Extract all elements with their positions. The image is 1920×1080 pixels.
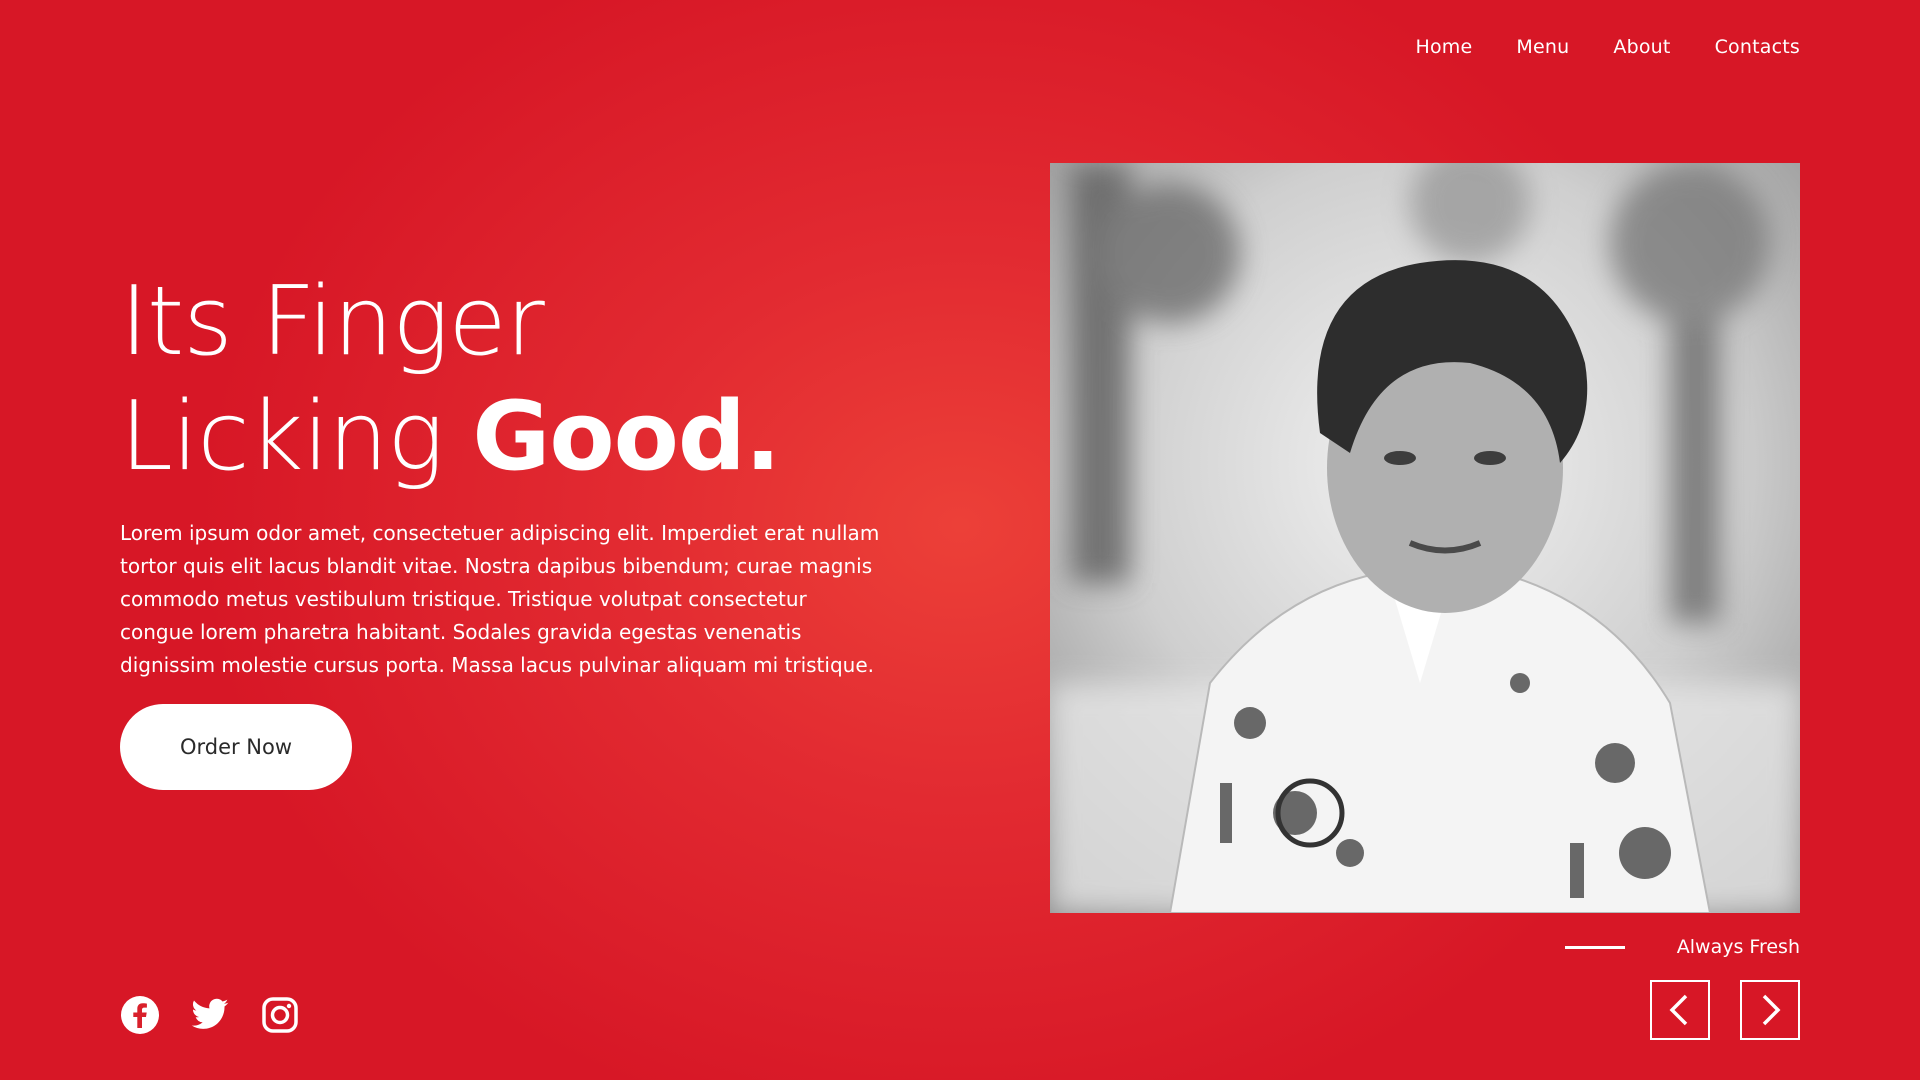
caption-divider [1564, 945, 1625, 949]
hero-photo [1050, 163, 1800, 913]
slider-controls [1650, 980, 1800, 1040]
caption-text: Always Fresh [1676, 936, 1800, 958]
chevron-left-icon [1669, 994, 1688, 1026]
instagram-icon[interactable] [260, 995, 300, 1035]
hero-description: Lorem ipsum odor amet, consectetuer adip… [120, 521, 880, 677]
nav-about[interactable]: About [1613, 36, 1670, 58]
headline-line-1: Its Finger [120, 267, 545, 377]
hero-headline: Its Finger Licking Good. [120, 265, 880, 495]
facebook-icon[interactable] [120, 995, 160, 1035]
slide-caption: Always Fresh [1564, 936, 1800, 958]
headline-line-2-light: Licking [120, 382, 473, 492]
headline-line-2-bold: Good. [472, 382, 781, 492]
social-links [120, 995, 300, 1035]
nav-contacts[interactable]: Contacts [1715, 36, 1800, 58]
hero-section: Its Finger Licking Good. Lorem ipsum odo… [120, 265, 880, 790]
order-now-button[interactable]: Order Now [120, 704, 352, 790]
next-slide-button[interactable] [1740, 980, 1800, 1040]
twitter-icon[interactable] [190, 995, 230, 1035]
chevron-right-icon [1762, 994, 1781, 1026]
main-nav: Home Menu About Contacts [1416, 36, 1801, 58]
prev-slide-button[interactable] [1650, 980, 1710, 1040]
portrait-image [1050, 163, 1800, 913]
nav-menu[interactable]: Menu [1516, 36, 1569, 58]
nav-home[interactable]: Home [1416, 36, 1473, 58]
